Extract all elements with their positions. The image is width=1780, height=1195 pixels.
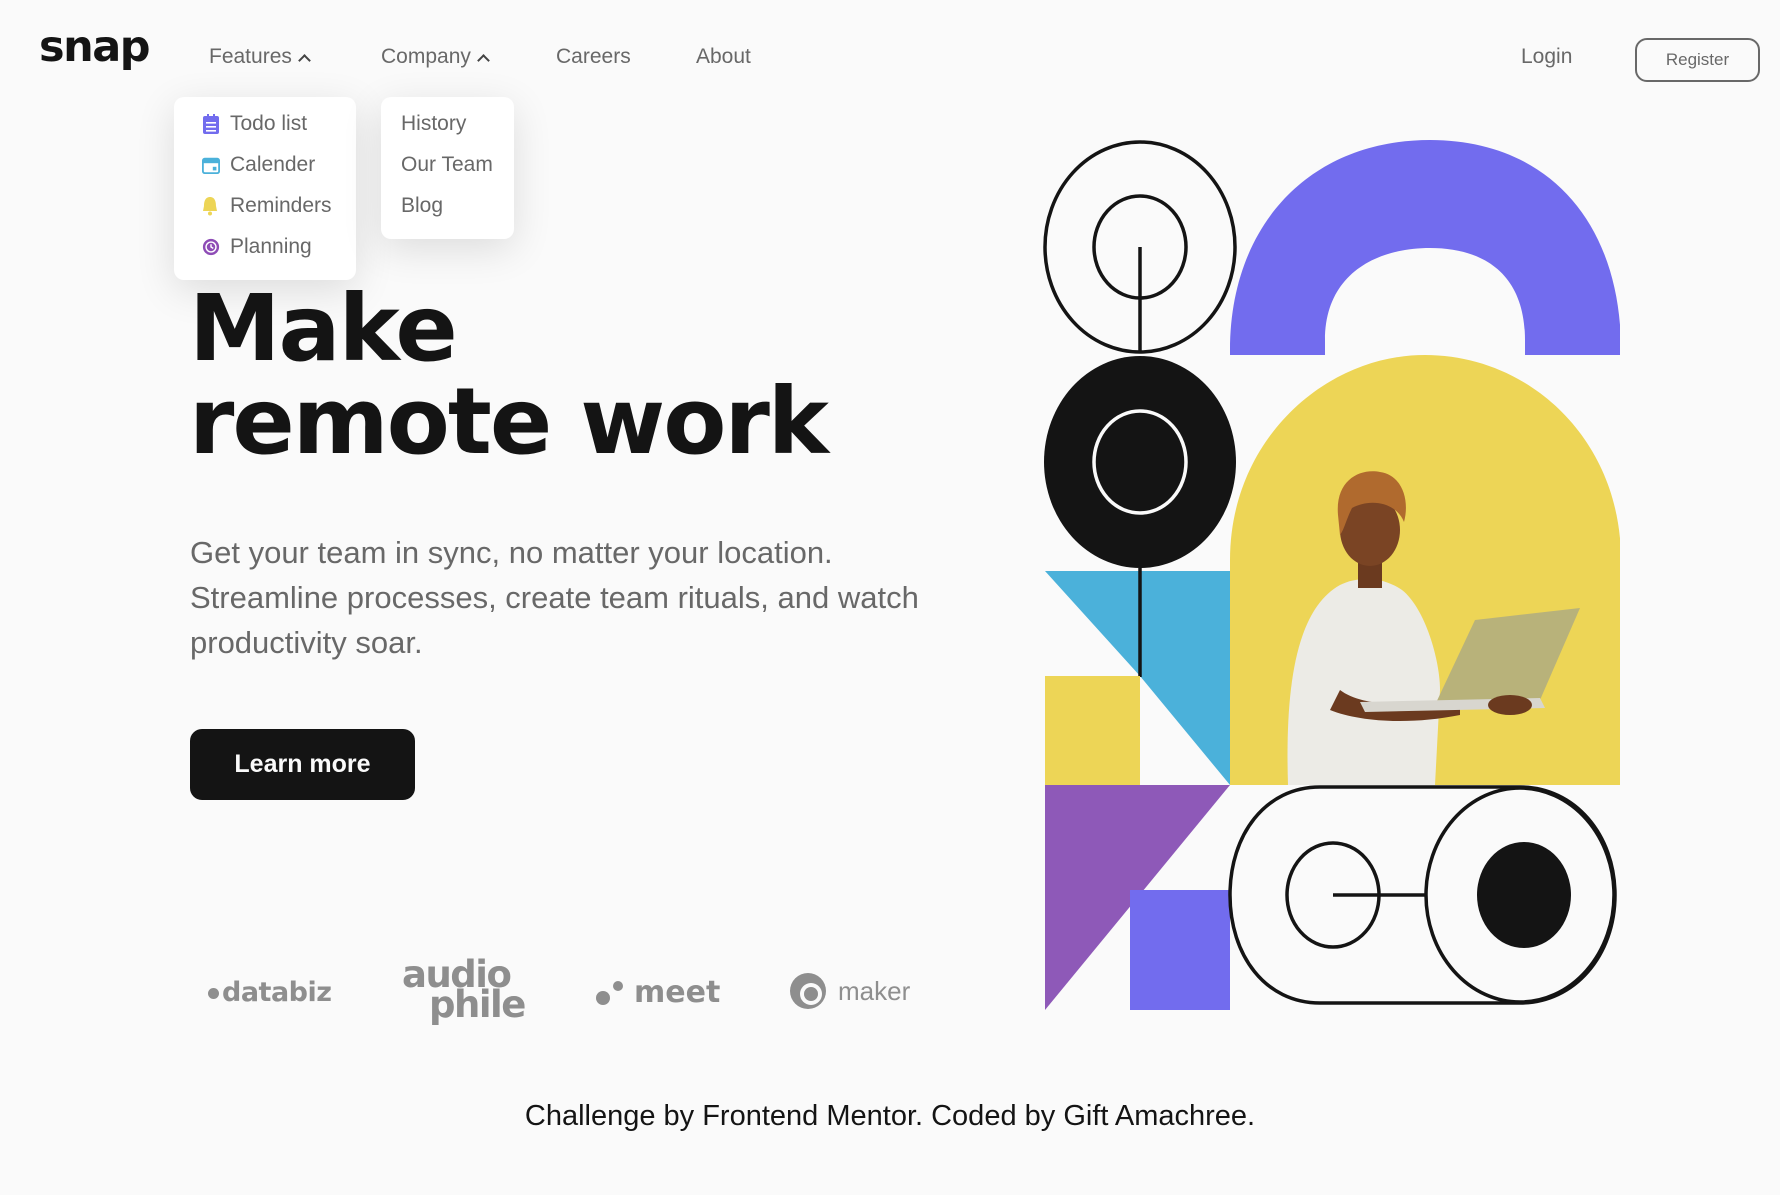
chevron-up-icon bbox=[298, 54, 311, 67]
ring-outline-shape bbox=[1043, 140, 1237, 354]
client-logo-meet: meet bbox=[596, 975, 720, 1010]
purple-arch-shape bbox=[1230, 140, 1620, 355]
menu-item-blog[interactable]: Blog bbox=[401, 194, 443, 218]
yellow-square-shape bbox=[1045, 676, 1140, 785]
menu-item-todo-list[interactable]: Todo list bbox=[202, 112, 307, 136]
menu-item-reminders[interactable]: Reminders bbox=[202, 194, 332, 218]
meet-dots-icon bbox=[596, 979, 624, 1007]
bell-icon bbox=[202, 196, 220, 216]
hero-illustration bbox=[1043, 140, 1620, 1010]
databiz-dot-icon bbox=[208, 988, 219, 999]
snap-logo[interactable]: snap bbox=[39, 22, 151, 72]
hero-headline: Make remote work bbox=[189, 275, 829, 475]
todo-list-icon bbox=[202, 114, 220, 134]
client-logo-maker: maker bbox=[790, 973, 910, 1009]
calendar-icon bbox=[202, 155, 220, 175]
headline-line-2: remote work bbox=[189, 368, 829, 475]
features-dropdown: Todo list Calender Reminders Planning bbox=[174, 97, 356, 280]
audiophile-line-2: phile bbox=[429, 983, 526, 1026]
pill-outline-shape bbox=[1228, 785, 1617, 1005]
register-button[interactable]: Register bbox=[1635, 38, 1760, 82]
nav-company-label: Company bbox=[381, 45, 471, 68]
chevron-up-icon bbox=[477, 54, 490, 67]
menu-item-our-team[interactable]: Our Team bbox=[401, 153, 493, 177]
client-logo-audiophile: audio phile bbox=[402, 956, 532, 1026]
nav-features[interactable]: Features bbox=[209, 45, 311, 69]
nav-features-label: Features bbox=[209, 45, 292, 68]
meet-label: meet bbox=[634, 975, 721, 1010]
menu-item-planning[interactable]: Planning bbox=[202, 235, 312, 259]
black-disc-shape bbox=[1044, 356, 1236, 568]
menu-item-label: Reminders bbox=[230, 194, 332, 217]
purple-square-shape bbox=[1130, 890, 1230, 1010]
maker-label: maker bbox=[838, 975, 911, 1006]
hero-description: Get your team in sync, no matter your lo… bbox=[190, 535, 919, 660]
company-dropdown: History Our Team Blog bbox=[381, 97, 514, 239]
menu-item-history[interactable]: History bbox=[401, 112, 466, 136]
maker-circle-icon bbox=[790, 973, 826, 1009]
client-logo-databiz: databiz bbox=[208, 977, 332, 1008]
headline-line-1: Make bbox=[189, 275, 458, 382]
footer-attribution: Challenge by Frontend Mentor. Coded by G… bbox=[524, 1100, 1256, 1132]
menu-item-label: Planning bbox=[230, 235, 312, 258]
clock-icon bbox=[202, 237, 220, 257]
learn-more-button[interactable]: Learn more bbox=[190, 729, 415, 800]
databiz-label: databiz bbox=[222, 977, 332, 1008]
nav-about[interactable]: About bbox=[696, 45, 751, 69]
menu-item-label: Calender bbox=[230, 153, 316, 176]
login-link[interactable]: Login bbox=[1521, 45, 1572, 69]
menu-item-calendar[interactable]: Calender bbox=[202, 153, 315, 177]
nav-careers[interactable]: Careers bbox=[556, 45, 631, 69]
menu-item-label: Todo list bbox=[230, 112, 308, 135]
nav-company[interactable]: Company bbox=[381, 45, 490, 69]
